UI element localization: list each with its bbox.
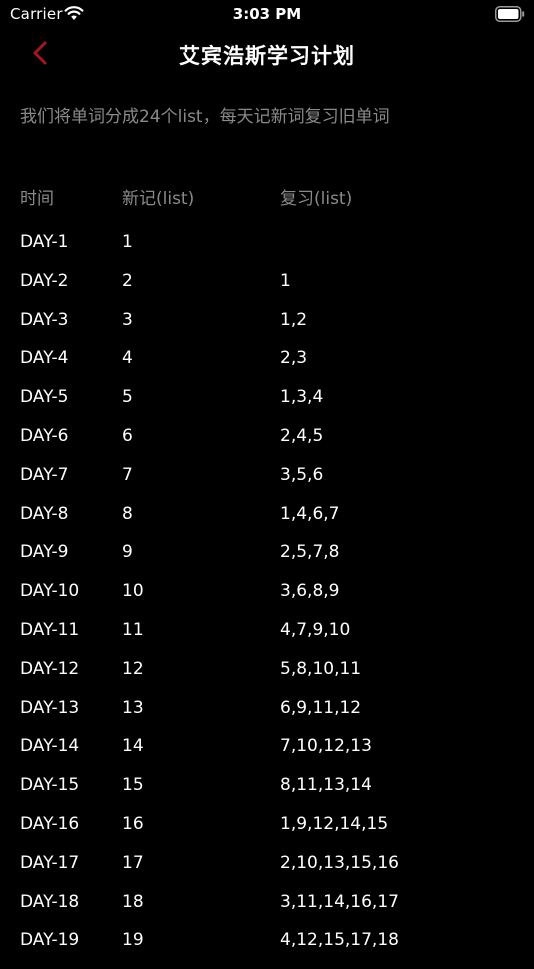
row-review-list: 4,7,9,10 xyxy=(280,619,351,640)
row-new-list: 3 xyxy=(122,309,133,330)
table-row: DAY-1 1 xyxy=(0,232,534,271)
row-day: DAY-2 xyxy=(20,270,69,291)
row-new-list: 12 xyxy=(122,658,144,679)
row-review-list: 2,3 xyxy=(280,348,308,369)
table-row: DAY-15 15 8,11,13,14 xyxy=(0,775,534,814)
table-row: DAY-10 10 3,6,8,9 xyxy=(0,581,534,620)
row-day: DAY-1 xyxy=(20,232,69,252)
row-day: DAY-19 xyxy=(20,930,80,951)
table-row: DAY-5 5 1,3,4 xyxy=(0,387,534,426)
row-new-list: 6 xyxy=(122,425,133,446)
row-day: DAY-8 xyxy=(20,503,69,524)
row-new-list: 17 xyxy=(122,852,144,873)
row-review-list: 7,10,12,13 xyxy=(280,736,372,757)
table-row: DAY-8 8 1,4,6,7 xyxy=(0,504,534,543)
row-review-list: 4,12,15,17,18 xyxy=(280,930,399,951)
row-day: DAY-14 xyxy=(20,736,80,757)
header-new-list: 新记(list) xyxy=(122,189,195,209)
row-review-list: 8,11,13,14 xyxy=(280,775,372,796)
table-row: DAY-11 11 4,7,9,10 xyxy=(0,620,534,659)
table-row: DAY-6 6 2,4,5 xyxy=(0,426,534,465)
row-review-list: 2,4,5 xyxy=(280,425,324,446)
table-row: DAY-13 13 6,9,11,12 xyxy=(0,698,534,737)
schedule-list[interactable]: DAY-1 1 DAY-2 2 1 DAY-3 3 1,2 DAY-4 4 2,3 DAY-5 5 1,3… xyxy=(0,232,534,969)
status-bar: Carrier 3:03 PM xyxy=(0,0,534,28)
row-new-list: 1 xyxy=(122,232,133,252)
row-new-list: 15 xyxy=(122,775,144,796)
row-new-list: 10 xyxy=(122,581,144,602)
row-day: DAY-3 xyxy=(20,309,69,330)
row-review-list: 1,4,6,7 xyxy=(280,503,340,524)
row-day: DAY-10 xyxy=(20,581,80,602)
row-new-list: 11 xyxy=(122,619,144,640)
table-row: DAY-16 16 1,9,12,14,15 xyxy=(0,814,534,853)
row-review-list: 6,9,11,12 xyxy=(280,697,362,718)
row-review-list: 3,11,14,16,17 xyxy=(280,891,399,912)
row-new-list: 8 xyxy=(122,503,133,524)
row-day: DAY-4 xyxy=(20,348,69,369)
table-row: DAY-18 18 3,11,14,16,17 xyxy=(0,892,534,931)
table-row: DAY-3 3 1,2 xyxy=(0,310,534,349)
row-new-list: 7 xyxy=(122,464,133,485)
header-review-list: 复习(list) xyxy=(280,189,353,209)
row-review-list: 3,5,6 xyxy=(280,464,324,485)
row-day: DAY-9 xyxy=(20,542,69,563)
row-review-list: 1,2 xyxy=(280,309,308,330)
row-review-list: 1,9,12,14,15 xyxy=(280,813,389,834)
page-title: 艾宾浩斯学习计划 xyxy=(179,44,355,68)
row-new-list: 18 xyxy=(122,891,144,912)
row-day: DAY-16 xyxy=(20,813,80,834)
table-row: DAY-12 12 5,8,10,11 xyxy=(0,659,534,698)
status-time: 3:03 PM xyxy=(232,5,302,23)
table-row: DAY-14 14 7,10,12,13 xyxy=(0,736,534,775)
row-new-list: 9 xyxy=(122,542,133,563)
row-review-list: 3,6,8,9 xyxy=(280,581,340,602)
row-day: DAY-11 xyxy=(20,619,80,640)
row-new-list: 16 xyxy=(122,813,144,834)
battery-icon xyxy=(495,6,525,22)
row-new-list: 13 xyxy=(122,697,144,718)
navigation-bar: 艾宾浩斯学习计划 xyxy=(0,30,534,76)
row-new-list: 4 xyxy=(122,348,133,369)
table-row: DAY-9 9 2,5,7,8 xyxy=(0,542,534,581)
row-day: DAY-5 xyxy=(20,387,69,408)
row-day: DAY-12 xyxy=(20,658,80,679)
header-time: 时间 xyxy=(20,189,54,209)
row-new-list: 5 xyxy=(122,387,133,408)
row-day: DAY-18 xyxy=(20,891,80,912)
row-day: DAY-17 xyxy=(20,852,80,873)
table-header: 时间 新记(list) 复习(list) xyxy=(0,184,534,209)
row-day: DAY-6 xyxy=(20,425,69,446)
table-row: DAY-7 7 3,5,6 xyxy=(0,465,534,504)
row-new-list: 14 xyxy=(122,736,144,757)
row-review-list: 2,10,13,15,16 xyxy=(280,852,399,873)
row-new-list: 19 xyxy=(122,930,144,951)
row-day: DAY-15 xyxy=(20,775,80,796)
intro-text: 我们将单词分成24个list，每天记新词复习旧单词 xyxy=(20,107,390,127)
row-new-list: 2 xyxy=(122,270,133,291)
table-row: DAY-17 17 2,10,13,15,16 xyxy=(0,853,534,892)
table-row: DAY-4 4 2,3 xyxy=(0,348,534,387)
row-review-list: 1 xyxy=(280,270,291,291)
row-review-list: 1,3,4 xyxy=(280,387,324,408)
row-review-list: 2,5,7,8 xyxy=(280,542,340,563)
row-day: DAY-13 xyxy=(20,697,80,718)
row-review-list: 5,8,10,11 xyxy=(280,658,362,679)
row-day: DAY-7 xyxy=(20,464,69,485)
table-row: DAY-2 2 1 xyxy=(0,271,534,310)
